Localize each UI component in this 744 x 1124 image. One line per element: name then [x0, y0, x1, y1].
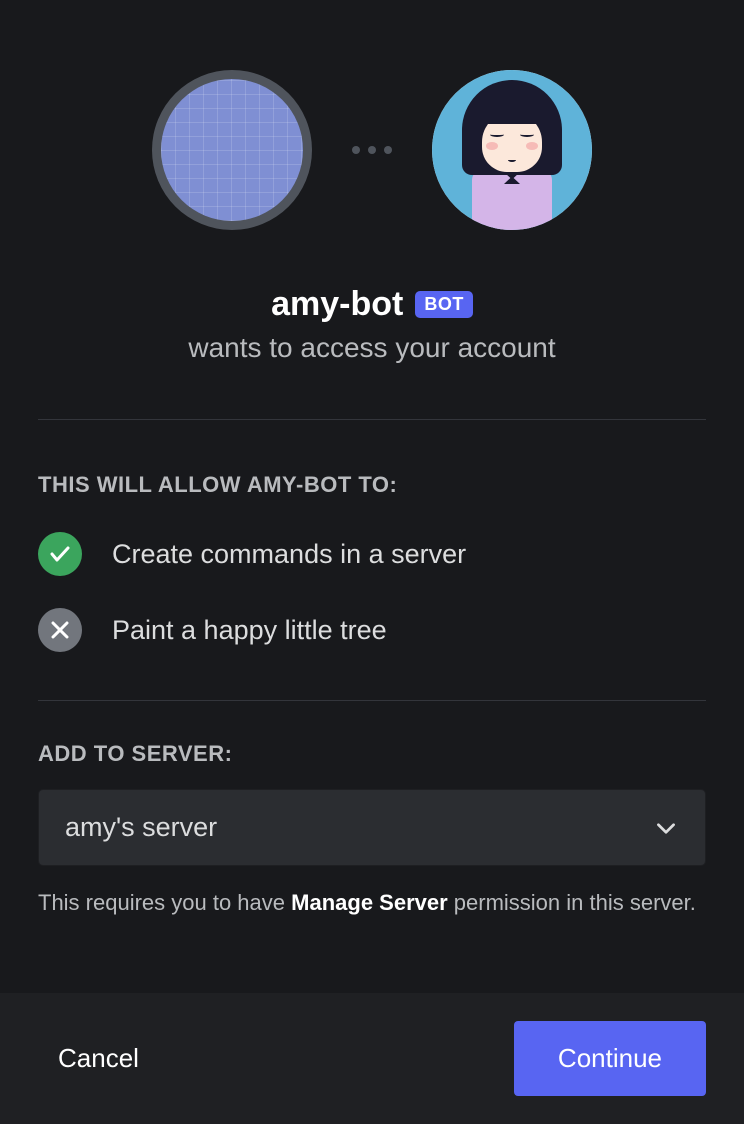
- permission-item: Create commands in a server: [38, 532, 706, 576]
- avatars-row: [38, 70, 706, 230]
- bot-avatar: [152, 70, 312, 230]
- bot-badge: BOT: [415, 291, 473, 318]
- oauth-authorize-modal: amy-bot BOT wants to access your account…: [0, 0, 744, 1124]
- permission-text: Create commands in a server: [112, 539, 466, 570]
- modal-footer: Cancel Continue: [0, 993, 744, 1124]
- dots-separator-icon: [352, 146, 392, 154]
- cancel-button[interactable]: Cancel: [38, 1025, 159, 1092]
- helper-suffix: permission in this server.: [448, 890, 696, 915]
- permission-helper-text: This requires you to have Manage Server …: [38, 888, 706, 919]
- server-select-value: amy's server: [65, 812, 217, 843]
- modal-content: amy-bot BOT wants to access your account…: [0, 0, 744, 993]
- permissions-heading: THIS WILL ALLOW AMY-BOT TO:: [38, 472, 706, 498]
- helper-prefix: This requires you to have: [38, 890, 291, 915]
- helper-strong: Manage Server: [291, 890, 448, 915]
- bot-name: amy-bot: [271, 285, 403, 324]
- user-avatar: [432, 70, 592, 230]
- cross-icon: [38, 608, 82, 652]
- divider: [38, 700, 706, 701]
- check-icon: [38, 532, 82, 576]
- permissions-list: Create commands in a server Paint a happ…: [38, 532, 706, 652]
- divider: [38, 419, 706, 420]
- permission-text: Paint a happy little tree: [112, 615, 387, 646]
- continue-button[interactable]: Continue: [514, 1021, 706, 1096]
- permission-item: Paint a happy little tree: [38, 608, 706, 652]
- title-row: amy-bot BOT: [38, 285, 706, 324]
- add-to-server-label: ADD TO SERVER:: [38, 741, 706, 767]
- chevron-down-icon: [653, 815, 679, 841]
- subtitle: wants to access your account: [38, 332, 706, 364]
- server-select[interactable]: amy's server: [38, 789, 706, 866]
